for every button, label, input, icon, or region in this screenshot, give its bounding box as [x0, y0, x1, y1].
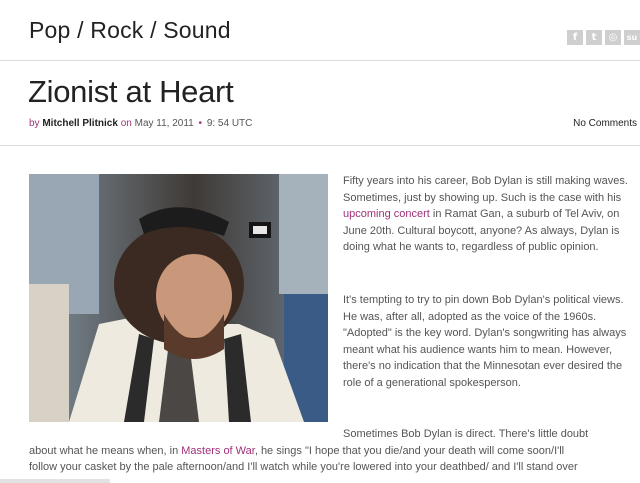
masters-of-war-link[interactable]: Masters of War	[181, 445, 255, 457]
facebook-icon[interactable]: f	[567, 30, 583, 45]
post-title[interactable]: Zionist at Heart	[28, 74, 234, 110]
author-link[interactable]: Mitchell Plitnick	[42, 118, 118, 129]
meta-separator: •	[198, 118, 203, 129]
feed-icon[interactable]: ◎	[605, 30, 621, 45]
upcoming-concert-link[interactable]: upcoming concert	[343, 208, 430, 220]
horizontal-scrollbar[interactable]	[0, 479, 110, 483]
twitter-icon[interactable]: t	[586, 30, 602, 45]
direct-line-1: Sometimes Bob Dylan is direct. There's l…	[343, 428, 589, 440]
direct-text-a: about what he means when, in	[29, 444, 182, 457]
paragraph-intro: Fifty years into his career, Bob Dylan i…	[343, 173, 638, 256]
intro-text-a: Fifty years into his career, Bob Dylan i…	[343, 175, 628, 204]
meta-by: by	[29, 118, 40, 129]
post-date: May 11, 2011	[134, 118, 194, 129]
meta-divider	[0, 145, 640, 146]
direct-text-b: , he sings "I hope that you die/and your…	[254, 444, 565, 457]
meta-on: on	[120, 118, 132, 129]
site-title[interactable]: Pop / Rock / Sound	[29, 17, 231, 44]
paragraph-direct: Sometimes Bob Dylan is direct. There's l…	[29, 426, 640, 476]
paragraph-politics: It's tempting to try to pin down Bob Dyl…	[343, 294, 627, 389]
site-header: Pop / Rock / Sound f t ◎ su	[0, 0, 640, 61]
post-time: 9: 54 UTC	[206, 118, 253, 129]
social-icons: f t ◎ su	[567, 30, 640, 45]
stumbleupon-icon[interactable]: su	[624, 30, 640, 45]
article-photo	[29, 174, 328, 422]
direct-line-3: follow your casket by the pale afternoon…	[29, 461, 578, 474]
direct-line-2: about what he means when, in Masters of …	[29, 443, 640, 460]
post-meta: by Mitchell Plitnick on May 11, 2011 • 9…	[29, 118, 252, 129]
header-divider	[0, 60, 640, 61]
comments-link[interactable]: No Comments	[573, 118, 637, 129]
